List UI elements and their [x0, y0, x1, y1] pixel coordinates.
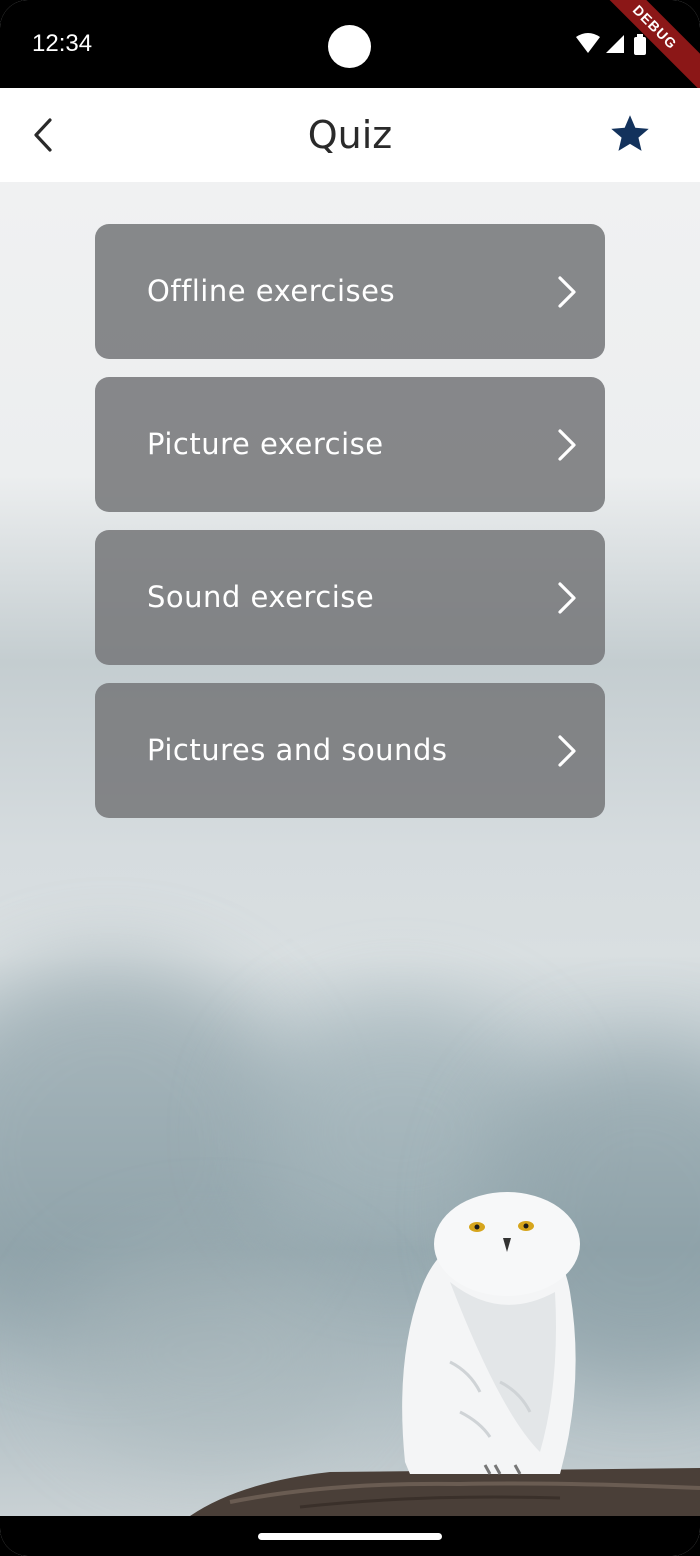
- phone-screen: 12:34 DEBUG Quiz Offline exercises Pictu…: [0, 0, 700, 1556]
- wifi-icon: [576, 33, 600, 53]
- camera-cutout: [328, 25, 371, 68]
- cellular-signal-icon: [606, 35, 624, 53]
- owl: [402, 1192, 580, 1475]
- menu-item-label: Sound exercise: [147, 580, 375, 614]
- navigation-bar: [0, 1516, 700, 1556]
- menu-item-label: Pictures and sounds: [147, 733, 448, 767]
- menu-item-sound-exercise[interactable]: Sound exercise: [95, 530, 605, 665]
- home-indicator[interactable]: [258, 1533, 442, 1540]
- app-bar: Quiz: [0, 88, 700, 182]
- chevron-right-icon: [558, 276, 576, 308]
- log: [190, 1468, 700, 1516]
- battery-icon: [634, 34, 646, 55]
- favorite-button[interactable]: [608, 112, 658, 160]
- chevron-right-icon: [558, 429, 576, 461]
- menu-item-label: Picture exercise: [147, 427, 384, 461]
- content-area: Offline exercises Picture exercise Sound…: [0, 182, 700, 1516]
- chevron-right-icon: [558, 735, 576, 767]
- status-bar: 12:34 DEBUG: [0, 0, 700, 97]
- back-button[interactable]: [18, 110, 68, 160]
- status-time: 12:34: [32, 30, 93, 57]
- menu-item-picture-exercise[interactable]: Picture exercise: [95, 377, 605, 512]
- menu-item-pictures-and-sounds[interactable]: Pictures and sounds: [95, 683, 605, 818]
- chevron-right-icon: [558, 582, 576, 614]
- status-icons: [574, 33, 654, 55]
- menu-item-offline-exercises[interactable]: Offline exercises: [95, 224, 605, 359]
- menu-item-label: Offline exercises: [147, 274, 396, 308]
- star-icon: [611, 115, 649, 151]
- exercise-menu: Offline exercises Picture exercise Sound…: [95, 224, 605, 836]
- chevron-left-icon: [34, 118, 52, 152]
- page-title: Quiz: [307, 113, 393, 157]
